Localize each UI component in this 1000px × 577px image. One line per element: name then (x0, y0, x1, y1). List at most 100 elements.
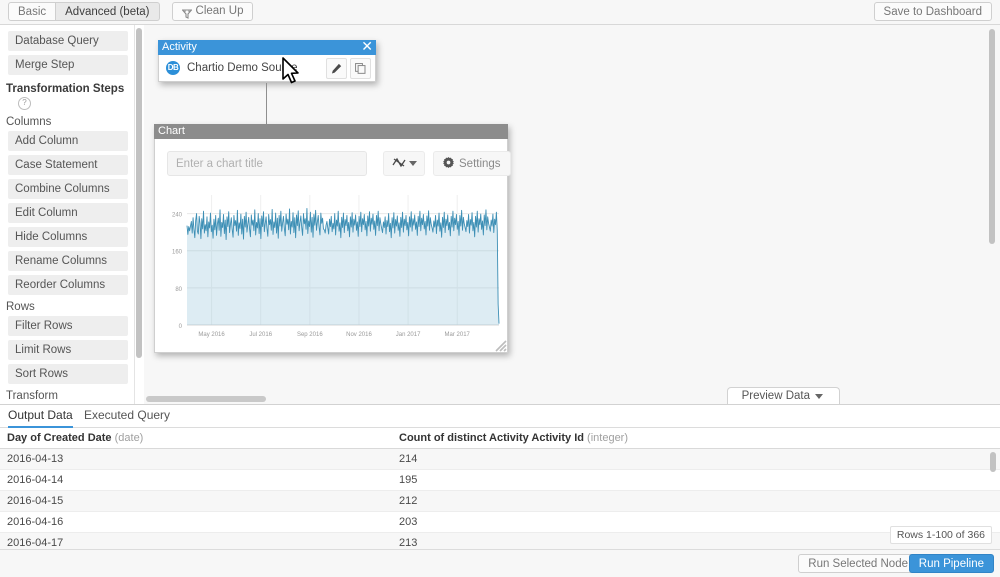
output-panel-tabs: Output Data Executed Query (0, 405, 1000, 428)
sidebar-item-reorder-columns[interactable]: Reorder Columns (8, 275, 128, 295)
output-panel: Output Data Executed Query Day of Create… (0, 404, 1000, 577)
table-row[interactable]: 2016-04-14 195 (0, 469, 1000, 491)
svg-text:Mar 2017: Mar 2017 (445, 332, 471, 338)
cell-day-of-created-date: 2016-04-16 (0, 511, 392, 533)
sidebar-item-sort-rows[interactable]: Sort Rows (8, 364, 128, 384)
table-row[interactable]: 2016-04-16 203 (0, 511, 1000, 533)
chart-settings-label: Settings (459, 157, 501, 170)
svg-text:160: 160 (172, 250, 183, 256)
steps-sidebar: Database Query Merge Step Transformation S… (0, 25, 135, 405)
column-header-count-of-distinct-activity-activity-id[interactable]: Count of distinct Activity Activity Id (… (392, 428, 1000, 449)
sidebar-item-hide-columns[interactable]: Hide Columns (8, 227, 128, 247)
clean-up-button[interactable]: Clean Up (171, 2, 254, 21)
chartio-database-icon: DB (166, 61, 180, 75)
top-toolbar: Basic Advanced (beta) Clean Up Save to D… (0, 0, 1000, 25)
cell-count: 214 (392, 448, 1000, 470)
svg-text:May 2016: May 2016 (198, 332, 225, 338)
output-table-scrollbar-thumb[interactable] (990, 452, 996, 472)
preview-data-tab[interactable]: Preview Data (726, 387, 840, 405)
sidebar-top-item[interactable]: Merge Step (8, 55, 128, 75)
chart-toolbar: Enter a chart title Settings (155, 139, 511, 187)
column-name: Count of distinct Activity Activity Id (399, 432, 584, 444)
output-table: Day of Created Date (date) Count of dist… (0, 428, 1000, 551)
activity-source-label: Chartio Demo Source (187, 62, 298, 74)
cell-day-of-created-date: 2016-04-13 (0, 448, 392, 470)
column-name: Day of Created Date (7, 432, 112, 444)
tab-executed-query[interactable]: Executed Query (84, 408, 170, 426)
sidebar-item-edit-column[interactable]: Edit Column (8, 203, 128, 223)
tab-basic[interactable]: Basic (8, 2, 57, 21)
svg-text:80: 80 (175, 287, 182, 293)
sidebar-group-label: Columns (6, 116, 52, 128)
table-header-row: Day of Created Date (date) Count of dist… (0, 428, 1000, 449)
pencil-icon[interactable] (326, 57, 347, 79)
sidebar-scrollbar[interactable] (135, 28, 143, 376)
output-table-body: 2016-04-13 214 2016-04-14 195 2016-04-15 212 2… (0, 448, 1000, 551)
save-to-dashboard-button[interactable]: Save to Dashboard (873, 2, 992, 21)
sidebar-group-label: Transform (6, 390, 58, 402)
activity-node-body: DB Chartio Demo Source (158, 55, 376, 82)
activity-node-header: Activity ✕ (158, 39, 376, 55)
chart-title-input[interactable]: Enter a chart title (167, 151, 367, 176)
chevron-down-icon (815, 394, 823, 399)
chart-plot-area: 0 80 160 240 May 2016 Jul 2016 Sep 2016 Nov 201… (155, 187, 507, 351)
clean-up-label: Clean Up (195, 5, 244, 17)
chart-node-title: Chart (158, 125, 185, 137)
sidebar-item-limit-rows[interactable]: Limit Rows (8, 340, 128, 360)
svg-text:Jul 2016: Jul 2016 (249, 332, 272, 338)
copy-icon[interactable] (350, 57, 371, 79)
gear-icon (443, 156, 454, 171)
sidebar-section-title: Transformation Steps (6, 83, 125, 95)
rows-count-badge: Rows 1-100 of 366 (889, 526, 992, 544)
mouse-cursor (282, 57, 302, 87)
sidebar-top-item[interactable]: Database Query (8, 31, 128, 51)
line-chart: 0 80 160 240 May 2016 Jul 2016 Sep 2016 Nov 201… (172, 195, 500, 338)
table-row[interactable]: 2016-04-15 212 (0, 490, 1000, 512)
sidebar-item-combine-columns[interactable]: Combine Columns (8, 179, 128, 199)
chart-node[interactable]: Chart Enter a chart title Settings 0 80 … (154, 124, 511, 353)
svg-text:Sep 2016: Sep 2016 (297, 332, 323, 338)
column-header-day-of-created-date[interactable]: Day of Created Date (date) (0, 428, 392, 449)
activity-node[interactable]: Activity ✕ DB Chartio Demo Source (158, 39, 376, 82)
chart-type-dropdown[interactable] (383, 151, 425, 176)
table-row[interactable]: 2016-04-13 214 (0, 448, 1000, 470)
steps-sidebar-content: Database Query Merge Step Transformation S… (0, 25, 134, 405)
cell-count: 195 (392, 469, 1000, 491)
sidebar-item-add-column[interactable]: Add Column (8, 131, 128, 151)
sidebar-item-rename-columns[interactable]: Rename Columns (8, 251, 128, 271)
svg-text:Jan 2017: Jan 2017 (396, 332, 421, 338)
output-table-head: Day of Created Date (date) Count of dist… (0, 428, 1000, 449)
canvas-vertical-scrollbar-thumb[interactable] (989, 29, 995, 244)
column-type: (integer) (587, 432, 629, 444)
sidebar-item-filter-rows[interactable]: Filter Rows (8, 316, 128, 336)
chart-settings-button[interactable]: Settings (433, 151, 511, 176)
canvas-horizontal-scrollbar[interactable] (144, 395, 999, 403)
svg-text:Nov 2016: Nov 2016 (346, 332, 372, 338)
output-table-wrapper: Day of Created Date (date) Count of dist… (0, 428, 1000, 551)
tab-output-data[interactable]: Output Data (8, 408, 73, 428)
preview-data-label: Preview Data (741, 390, 810, 402)
run-selected-node-button[interactable]: Run Selected Node (798, 554, 918, 573)
pipeline-canvas[interactable]: Activity ✕ DB Chartio Demo Source Chart … (144, 25, 1000, 405)
chevron-down-icon (408, 161, 417, 166)
canvas-horizontal-scrollbar-thumb[interactable] (146, 396, 266, 402)
canvas-vertical-scrollbar[interactable] (988, 29, 996, 244)
svg-text:0: 0 (179, 324, 183, 330)
svg-text:240: 240 (172, 213, 183, 219)
tab-advanced[interactable]: Advanced (beta) (56, 2, 160, 21)
question-mark-icon[interactable]: ? (18, 97, 31, 110)
sidebar-item-case-statement[interactable]: Case Statement (8, 155, 128, 175)
chart-node-header: Chart (154, 124, 508, 139)
close-icon[interactable]: ✕ (361, 39, 373, 55)
cell-day-of-created-date: 2016-04-14 (0, 469, 392, 491)
sidebar-group-label: Rows (6, 301, 35, 313)
column-type: (date) (114, 432, 144, 444)
pipeline-editor: Basic Advanced (beta) Clean Up Save to D… (0, 0, 1000, 577)
resize-handle-icon[interactable] (493, 338, 507, 352)
activity-node-title: Activity (162, 41, 197, 53)
run-pipeline-button[interactable]: Run Pipeline (908, 554, 994, 573)
line-chart-icon (391, 157, 406, 171)
cell-day-of-created-date: 2016-04-15 (0, 490, 392, 512)
sidebar-scrollbar-thumb[interactable] (136, 28, 142, 358)
cell-count: 212 (392, 490, 1000, 512)
